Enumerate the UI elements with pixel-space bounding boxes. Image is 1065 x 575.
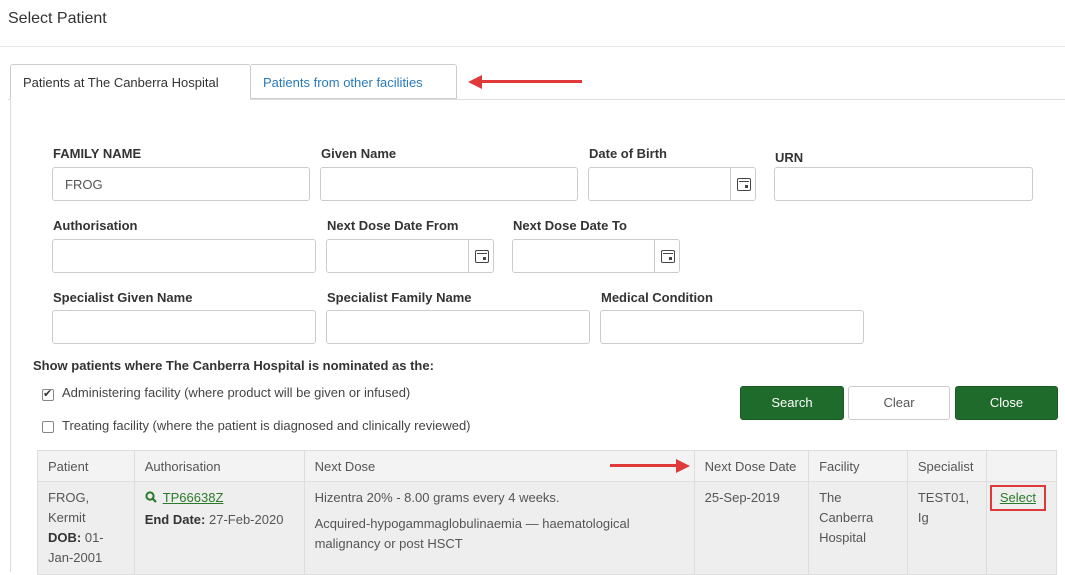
- next-dose-to-calendar-button[interactable]: [654, 239, 680, 273]
- tab-canberra-patients[interactable]: Patients at The Canberra Hospital: [10, 64, 251, 100]
- given-name-input[interactable]: [320, 167, 578, 201]
- close-button[interactable]: Close: [955, 386, 1058, 420]
- dob-label: Date of Birth: [589, 146, 667, 161]
- table-header-row: Patient Authorisation Next Dose Next Dos…: [37, 450, 1058, 482]
- given-name-label: Given Name: [321, 146, 397, 161]
- annotation-arrow-next-dose-date: [610, 459, 690, 473]
- calendar-icon: [737, 178, 751, 191]
- administering-checkbox[interactable]: [42, 387, 54, 401]
- select-link[interactable]: Select: [1000, 490, 1036, 505]
- family-name-label: FAMILY NAME: [53, 146, 142, 161]
- column-header-next-dose-date: Next Dose Date: [693, 450, 810, 482]
- calendar-icon: [475, 250, 489, 263]
- patient-cell: FROG, Kermit DOB: 01- Jan-2001: [37, 481, 135, 575]
- family-name-input[interactable]: [52, 167, 310, 201]
- specialist-family: TEST01,: [917, 490, 970, 505]
- urn-input[interactable]: [774, 167, 1033, 201]
- select-highlight: Select: [989, 485, 1046, 511]
- table-row: FROG, Kermit DOB: 01- Jan-2001 TP66638Z …: [37, 481, 1058, 575]
- end-date-value: 27-Feb-2020: [208, 512, 284, 527]
- specialist-given: Ig: [917, 510, 929, 525]
- tab-panel-border: [10, 99, 11, 572]
- authorisation-label: Authorisation: [53, 218, 138, 233]
- page-title: Select Patient: [8, 10, 107, 27]
- column-header-action: [985, 450, 1058, 482]
- patient-given-name: Kermit: [48, 510, 86, 525]
- next-dose-condition: Acquired-hypogammaglobulinaemia — haemat…: [314, 516, 630, 551]
- facility-cell: The Canberra Hospital: [808, 481, 908, 575]
- next-dose-to-input[interactable]: [512, 239, 655, 273]
- administering-label: Administering facility (where product wi…: [62, 385, 411, 400]
- next-dose-date-cell: 25-Sep-2019: [693, 481, 810, 575]
- medical-condition-input[interactable]: [600, 310, 864, 344]
- annotation-arrow-tabs: [468, 75, 582, 89]
- tab-other-facilities[interactable]: Patients from other facilities: [251, 64, 457, 99]
- next-dose-from-label: Next Dose Date From: [327, 218, 459, 233]
- treating-label: Treating facility (where the patient is …: [62, 418, 471, 433]
- nomination-heading: Show patients where The Canberra Hospita…: [33, 358, 434, 373]
- dob-value-continued: Jan-2001: [48, 550, 103, 565]
- next-dose-from-calendar-button[interactable]: [468, 239, 494, 273]
- column-header-authorisation: Authorisation: [133, 450, 305, 482]
- calendar-icon: [661, 250, 675, 263]
- results-table: Patient Authorisation Next Dose Next Dos…: [37, 450, 1058, 575]
- column-header-specialist: Specialist: [906, 450, 987, 482]
- treating-checkbox[interactable]: [42, 421, 54, 433]
- authorisation-cell: TP66638Z End Date: 27-Feb-2020: [133, 481, 305, 575]
- next-dose-to-label: Next Dose Date To: [513, 218, 627, 233]
- specialist-family-name-input[interactable]: [326, 310, 590, 344]
- authorisation-link[interactable]: TP66638Z: [163, 490, 224, 505]
- end-date-label: End Date:: [144, 512, 206, 527]
- next-dose-product: Hizentra 20% - 8.00 grams every 4 weeks.: [314, 490, 560, 505]
- patient-family-name: FROG,: [48, 490, 90, 505]
- next-dose-from-input[interactable]: [326, 239, 469, 273]
- specialist-cell: TEST01, Ig: [906, 481, 987, 575]
- action-cell: Select: [985, 481, 1058, 575]
- specialist-given-name-input[interactable]: [52, 310, 316, 344]
- medical-condition-label: Medical Condition: [601, 290, 713, 305]
- title-divider: [0, 46, 1065, 47]
- search-icon: [145, 489, 157, 503]
- column-header-facility: Facility: [808, 450, 908, 482]
- next-dose-cell: Hizentra 20% - 8.00 grams every 4 weeks.…: [303, 481, 695, 575]
- dob-calendar-button[interactable]: [730, 167, 756, 201]
- dob-input[interactable]: [588, 167, 731, 201]
- specialist-family-name-label: Specialist Family Name: [327, 290, 472, 305]
- clear-button[interactable]: Clear: [848, 386, 950, 420]
- urn-label: URN: [775, 150, 804, 165]
- specialist-given-name-label: Specialist Given Name: [53, 290, 193, 305]
- dob-field-label: DOB:: [48, 530, 82, 545]
- column-header-patient: Patient: [37, 450, 135, 482]
- search-button[interactable]: Search: [740, 386, 844, 420]
- authorisation-input[interactable]: [52, 239, 316, 273]
- dob-value: 01-: [84, 530, 104, 545]
